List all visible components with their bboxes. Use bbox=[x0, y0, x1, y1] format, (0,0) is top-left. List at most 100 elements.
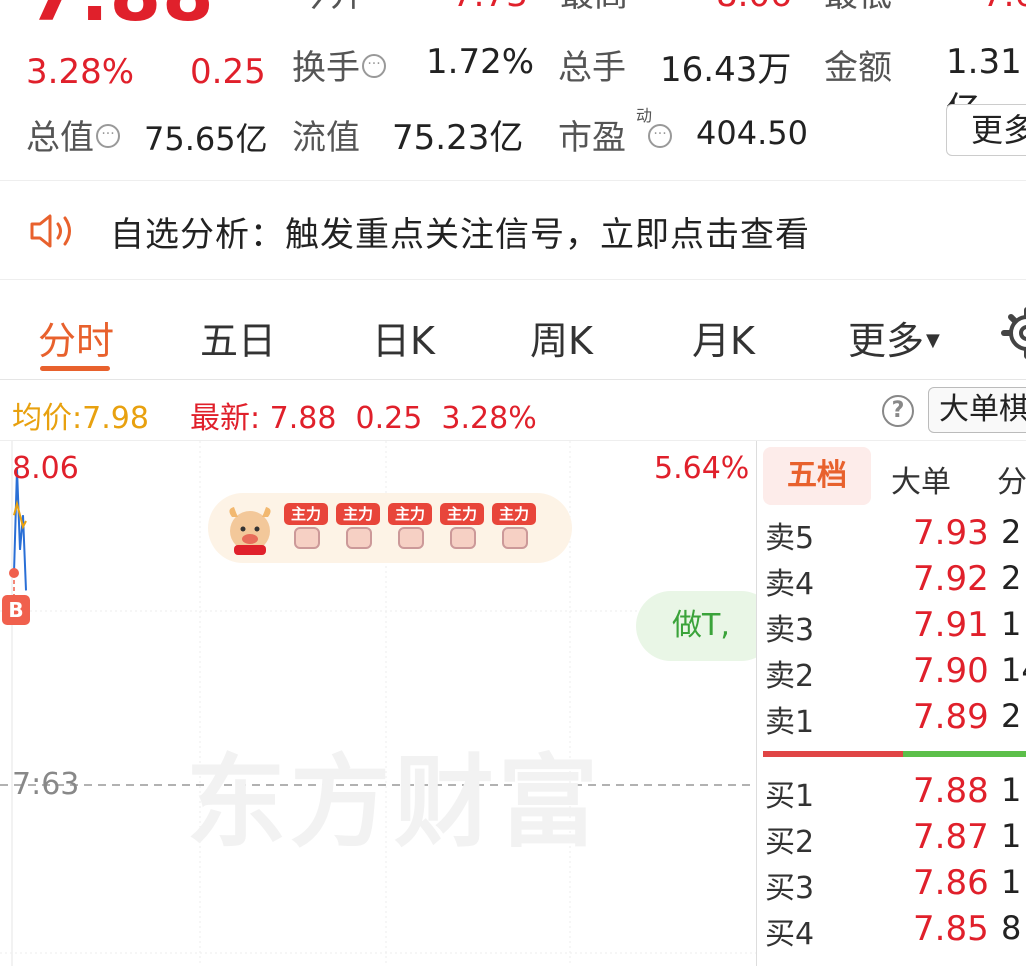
latest-percent-value: 3.28% bbox=[441, 401, 537, 436]
level-volume: 2 bbox=[1001, 559, 1022, 597]
y-axis-mid-label: 7:63 bbox=[12, 767, 80, 802]
level-name: 买4 bbox=[765, 917, 815, 952]
latest-change-value: 0.25 bbox=[355, 401, 423, 436]
order-book-panel: 五档 大单 分 卖5 7.93 2 卖4 7.92 2 卖3 7.91 1 卖2 7.90 14 卖1 7… bbox=[756, 441, 1026, 966]
current-price: 7.88 bbox=[28, 0, 215, 32]
tab-intraday[interactable]: 分时 bbox=[38, 310, 114, 365]
more-quote-button[interactable]: 更多 bbox=[946, 104, 1026, 156]
bid-level-row[interactable]: 买2 7.87 1 bbox=[757, 817, 1026, 863]
level-volume: 1 bbox=[1001, 771, 1022, 809]
tab-weekly-k[interactable]: 周K bbox=[530, 310, 593, 365]
pe-label[interactable]: 市盈 ··· bbox=[558, 110, 672, 159]
tab-big-orders[interactable]: 大单 bbox=[891, 457, 951, 501]
level-price: 7.87 bbox=[913, 817, 989, 857]
turnover-rate-label[interactable]: 换手 ··· bbox=[292, 40, 386, 89]
latest-price-label: 最新: bbox=[190, 401, 261, 436]
ask-level-row[interactable]: 卖2 7.90 14 bbox=[757, 651, 1026, 697]
ask-level-row[interactable]: 卖5 7.93 2 bbox=[757, 513, 1026, 559]
big-order-model-button[interactable]: 大单棋 bbox=[928, 387, 1026, 433]
change-percent: 3.28% bbox=[26, 52, 135, 92]
average-price: 均价:7.98 bbox=[12, 393, 149, 437]
pe-dynamic-superscript: 动 bbox=[636, 106, 653, 125]
level-name: 卖2 bbox=[765, 659, 815, 694]
change-amount: 0.25 bbox=[190, 52, 266, 92]
pe-value: 404.50 bbox=[696, 114, 808, 152]
bull-mascot-icon bbox=[229, 507, 271, 555]
high-label: 最高 bbox=[560, 0, 628, 12]
main-force-tag: 主力 bbox=[492, 503, 538, 551]
main-force-signal-bubble[interactable]: 主力 主力 主力 主力 主力 bbox=[208, 493, 572, 563]
intraday-chart[interactable]: 东方财富 8.06 5.64% 7:63 主力 主力 主力 主力 主力 做T, B bbox=[0, 441, 776, 966]
level-name: 卖3 bbox=[765, 613, 815, 648]
fist-icon bbox=[398, 527, 424, 549]
ask-level-row[interactable]: 卖4 7.92 2 bbox=[757, 559, 1026, 605]
level-price: 7.88 bbox=[913, 771, 989, 811]
active-tab-indicator bbox=[40, 366, 110, 371]
level-volume: 14 bbox=[1001, 651, 1026, 689]
info-icon[interactable]: ··· bbox=[96, 123, 120, 148]
ask-level-row[interactable]: 卖1 7.89 2 bbox=[757, 697, 1026, 743]
do-t-signal-bubble[interactable]: 做T, bbox=[636, 591, 776, 661]
level-price: 7.91 bbox=[913, 605, 989, 645]
level-name: 买2 bbox=[765, 825, 815, 860]
main-force-tag-label: 主力 bbox=[440, 503, 484, 525]
bid-level-row[interactable]: 买3 7.86 1 bbox=[757, 863, 1026, 909]
level-name: 买3 bbox=[765, 871, 815, 906]
main-force-tag-label: 主力 bbox=[492, 503, 536, 525]
info-icon[interactable]: ··· bbox=[362, 53, 386, 78]
open-label: 今开 bbox=[296, 0, 364, 12]
tab-more[interactable]: 更多 ▼ bbox=[848, 310, 940, 365]
buy-point-dot bbox=[9, 568, 19, 579]
total-cap-label[interactable]: 总值 ··· bbox=[26, 110, 120, 159]
watermark: 东方财富 bbox=[186, 744, 602, 861]
level-name: 卖4 bbox=[765, 567, 815, 602]
analysis-alert-bar[interactable]: 自选分析：触发重点关注信号，立即点击查看 bbox=[0, 180, 1026, 280]
help-icon[interactable]: ? bbox=[882, 395, 914, 427]
float-cap-label: 流值 bbox=[292, 118, 360, 158]
buy-point-marker[interactable]: B bbox=[2, 595, 30, 625]
y-axis-high-percent: 5.64% bbox=[654, 451, 750, 486]
quote-header: 7.88 今开 7.73 最高 8.06 最低 7.62 3.28% 0.25 … bbox=[0, 0, 1026, 180]
low-value: 7.62 bbox=[982, 0, 1026, 12]
level-price: 7.86 bbox=[913, 863, 989, 903]
chevron-down-icon: ▼ bbox=[926, 330, 940, 351]
fist-icon bbox=[294, 527, 320, 549]
bid-level-row[interactable]: 买1 7.88 1 bbox=[757, 771, 1026, 817]
level-name: 卖1 bbox=[765, 705, 815, 740]
level-volume: 2 bbox=[1001, 513, 1022, 551]
high-value: 8.06 bbox=[716, 0, 792, 12]
level-price: 7.92 bbox=[913, 559, 989, 599]
latest-price: 最新: 7.88 0.25 3.28% bbox=[190, 393, 537, 437]
ask-level-row[interactable]: 卖3 7.91 1 bbox=[757, 605, 1026, 651]
tab-five-levels[interactable]: 五档 bbox=[763, 447, 871, 505]
main-force-tag-label: 主力 bbox=[388, 503, 432, 525]
tab-breakdown[interactable]: 分 bbox=[997, 457, 1026, 501]
turnover-rate-label-text: 换手 bbox=[292, 48, 360, 88]
bid-ask-ratio-bar bbox=[763, 751, 1026, 757]
info-icon[interactable]: ··· bbox=[648, 123, 672, 148]
level-price: 7.89 bbox=[913, 697, 989, 737]
latest-price-value: 7.88 bbox=[269, 401, 337, 436]
level-name: 买1 bbox=[765, 779, 815, 814]
tab-five-day[interactable]: 五日 bbox=[200, 310, 276, 365]
tab-monthly-k[interactable]: 月K bbox=[692, 310, 755, 365]
main-force-tag: 主力 bbox=[336, 503, 382, 551]
amount-label: 金额 bbox=[824, 48, 892, 88]
level-price: 7.90 bbox=[913, 651, 989, 691]
open-value: 7.73 bbox=[452, 0, 528, 12]
bid-ratio-bar bbox=[903, 751, 1026, 757]
gear-icon[interactable] bbox=[1000, 306, 1026, 360]
main-force-tag: 主力 bbox=[440, 503, 486, 551]
average-price-value: 7.98 bbox=[82, 401, 149, 436]
level-volume: 2 bbox=[1001, 697, 1022, 735]
fist-icon bbox=[502, 527, 528, 549]
tab-more-label: 更多 bbox=[848, 319, 925, 363]
main-force-tag: 主力 bbox=[284, 503, 330, 551]
y-axis-high-label: 8.06 bbox=[12, 451, 79, 486]
tab-daily-k[interactable]: 日K bbox=[372, 310, 435, 365]
chart-info-strip: 均价:7.98 最新: 7.88 0.25 3.28% ? 大单棋 bbox=[0, 381, 1026, 441]
level-price: 7.85 bbox=[913, 909, 989, 949]
level-volume: 1 bbox=[1001, 817, 1022, 855]
bid-level-row[interactable]: 买4 7.85 8 bbox=[757, 909, 1026, 955]
total-cap-value: 75.65亿 bbox=[144, 120, 268, 158]
